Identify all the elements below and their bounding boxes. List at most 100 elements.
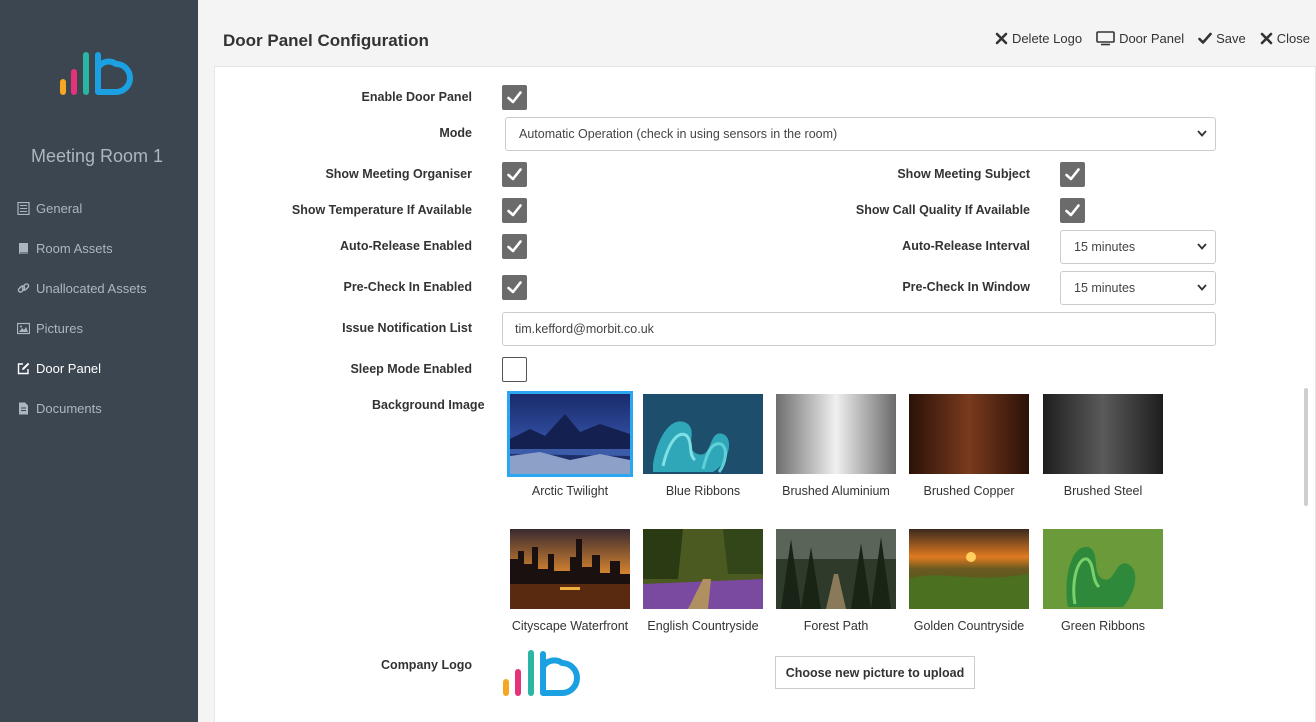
company-logo-image [503,650,580,696]
show-subject-label: Show Meeting Subject [897,167,1030,181]
toolbar: Delete Logo Door Panel Save Close [981,29,1310,47]
door-panel-button[interactable]: Door Panel [1096,29,1184,47]
sidebar-item-unallocated-assets[interactable]: Unallocated Assets [0,268,198,308]
check-icon [1065,204,1080,217]
show-temperature-checkbox[interactable] [502,198,527,223]
company-logo-label: Company Logo [381,658,472,672]
bg-tile-english-countryside[interactable]: English Countryside [641,527,767,637]
delete-logo-button[interactable]: Delete Logo [995,29,1082,47]
close-icon [995,32,1008,44]
sleep-mode-label: Sleep Mode Enabled [350,362,472,376]
show-subject-checkbox[interactable] [1060,162,1085,187]
bg-tile-brushed-copper[interactable]: Brushed Copper [907,392,1033,502]
bg-caption: Green Ribbons [1060,619,1146,633]
sidebar-item-documents[interactable]: Documents [0,388,198,428]
auto-release-interval-select[interactable]: 15 minutes [1060,230,1216,264]
mode-select[interactable]: Automatic Operation (check in using sens… [505,117,1216,151]
image-icon [17,322,30,334]
check-icon [507,91,522,104]
bg-caption: Brushed Steel [1063,484,1143,498]
bg-caption: Arctic Twilight [531,484,609,498]
show-temperature-label: Show Temperature If Available [291,203,472,217]
bg-caption: English Countryside [647,619,759,633]
app-logo [60,52,133,95]
notification-list-input[interactable]: tim.kefford@morbit.co.uk [502,312,1216,346]
check-icon [1198,32,1212,44]
scrollbar[interactable] [1304,388,1308,506]
bg-tile-brushed-steel[interactable]: Brushed Steel [1041,392,1167,502]
show-call-quality-label: Show Call Quality If Available [855,203,1030,217]
close-icon [1260,32,1273,44]
sidebar-item-room-assets[interactable]: Room Assets [0,228,198,268]
sidebar-item-door-panel[interactable]: Door Panel [0,348,198,388]
door-panel-label: Door Panel [1119,30,1185,46]
mode-label: Mode [439,126,472,140]
sidebar-item-general[interactable]: General [0,188,198,228]
close-button[interactable]: Close [1260,29,1310,47]
auto-release-enabled-label: Auto-Release Enabled [340,239,472,253]
sidebar-item-label: Documents [36,400,102,416]
sidebar: Meeting Room 1 General Room Assets Unall… [0,0,198,722]
notification-list-value: tim.kefford@morbit.co.uk [515,322,654,336]
book-icon [19,242,28,254]
show-organiser-label: Show Meeting Organiser [325,167,472,181]
precheck-enabled-checkbox[interactable] [502,275,527,300]
bg-tile-cityscape-waterfront[interactable]: Cityscape Waterfront [508,527,634,637]
close-label: Close [1276,30,1310,46]
sleep-mode-checkbox[interactable] [502,357,527,382]
bg-tile-arctic-twilight[interactable]: Arctic Twilight [507,391,634,502]
precheck-window-value: 15 minutes [1074,281,1136,295]
enable-door-panel-checkbox[interactable] [502,85,527,110]
bg-caption: Brushed Aluminium [782,484,890,498]
brushed-copper-thumbnail [909,394,1029,474]
link-icon [17,282,30,293]
chevron-down-icon [1197,284,1207,291]
save-label: Save [1216,30,1246,46]
page-title: Door Panel Configuration [223,31,429,50]
save-button[interactable]: Save [1198,29,1246,47]
bg-tile-forest-path[interactable]: Forest Path [774,527,900,637]
upload-picture-button[interactable]: Choose new picture to upload [775,656,975,689]
mode-value: Automatic Operation (check in using sens… [519,127,838,141]
brushed-steel-thumbnail [1043,394,1163,474]
arctic-twilight-thumbnail [507,391,633,477]
english-countryside-thumbnail [643,529,763,609]
bg-caption: Golden Countryside [913,619,1025,633]
bg-caption: Cityscape Waterfront [511,619,629,633]
brushed-aluminium-thumbnail [776,394,896,474]
edit-icon [17,362,30,374]
notification-list-label: Issue Notification List [342,321,472,335]
sidebar-item-label: General [36,200,83,216]
sidebar-nav: General Room Assets Unallocated Assets P… [0,188,198,428]
check-icon [507,204,522,217]
monitor-icon [1096,30,1115,45]
check-icon [507,168,522,181]
auto-release-enabled-checkbox[interactable] [502,234,527,259]
show-call-quality-checkbox[interactable] [1060,198,1085,223]
check-icon [507,240,522,253]
auto-release-interval-label: Auto-Release Interval [902,239,1030,253]
enable-door-panel-label: Enable Door Panel [361,90,472,104]
sidebar-item-pictures[interactable]: Pictures [0,308,198,348]
bg-caption: Blue Ribbons [665,484,741,498]
blue-ribbons-thumbnail [643,394,763,474]
sidebar-item-label: Unallocated Assets [36,280,147,296]
bg-caption: Brushed Copper [923,484,1015,498]
room-title: Meeting Room 1 [30,146,164,166]
check-icon [1065,168,1080,181]
bg-tile-blue-ribbons[interactable]: Blue Ribbons [641,392,767,502]
background-image-label: Background Image [372,398,485,412]
bg-tile-green-ribbons[interactable]: Green Ribbons [1041,527,1167,637]
green-ribbons-thumbnail [1043,529,1163,609]
check-icon [507,281,522,294]
golden-countryside-thumbnail [909,529,1029,609]
show-organiser-checkbox[interactable] [502,162,527,187]
list-icon [17,201,30,215]
precheck-window-select[interactable]: 15 minutes [1060,271,1216,305]
sidebar-item-label: Room Assets [36,240,113,256]
chevron-down-icon [1197,243,1207,250]
bg-tile-brushed-aluminium[interactable]: Brushed Aluminium [774,392,900,502]
bg-tile-golden-countryside[interactable]: Golden Countryside [907,527,1033,637]
chevron-down-icon [1197,130,1207,137]
sidebar-item-label: Pictures [36,320,83,336]
